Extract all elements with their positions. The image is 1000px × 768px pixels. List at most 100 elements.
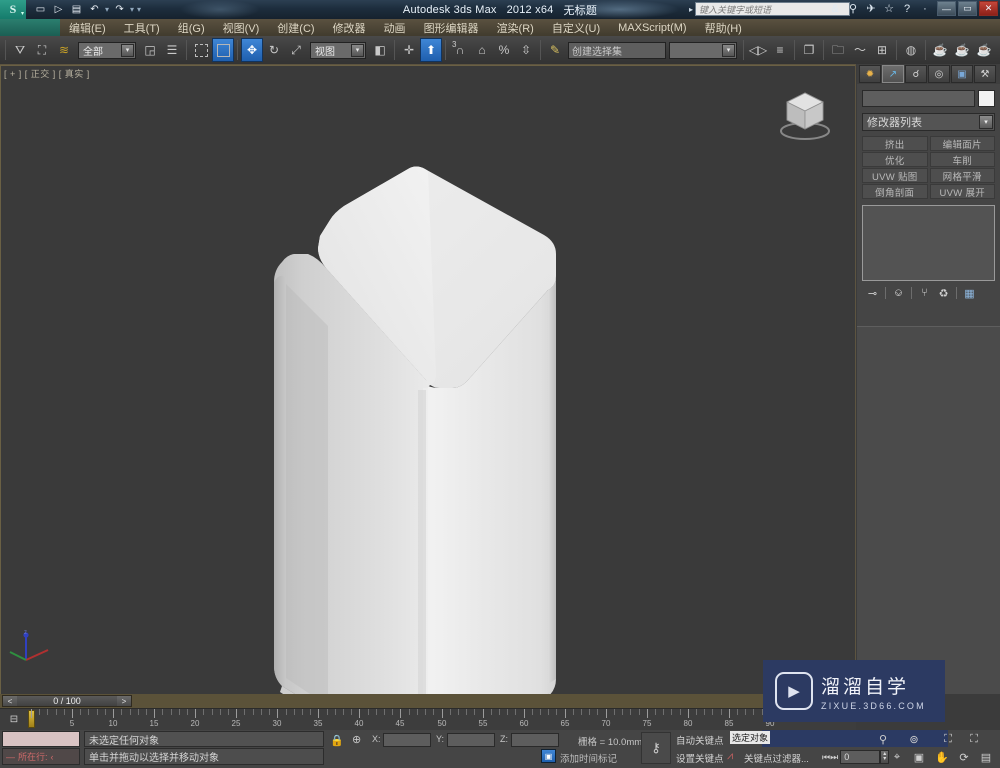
bind-to-space-warp-icon[interactable]: ≋ (53, 38, 75, 62)
modifier-button-lathe[interactable]: 车削 (929, 152, 995, 167)
menu-item-help[interactable]: 帮助(H) (696, 19, 751, 36)
show-end-result-icon[interactable]: ⎉ (890, 286, 907, 301)
add-time-tag-icon[interactable]: ▣ (541, 749, 556, 763)
select-and-link-icon[interactable]: ⛛ (9, 38, 31, 62)
viewport-perspective[interactable]: [ + ] [ 正交 ] [ 真实 ] z (0, 64, 856, 694)
modifier-list-dropdown[interactable]: 修改器列表 ▾ (862, 113, 995, 131)
menu-item-maxscript[interactable]: MAXScript(M) (609, 19, 695, 36)
modifier-button-unwrap-uvw[interactable]: UVW 展开 (929, 184, 995, 199)
chevron-down-icon-2[interactable]: ▾ (351, 43, 364, 57)
spinner-snap-toggle-icon[interactable]: ⇳ (515, 38, 537, 62)
modifier-stack-list[interactable] (862, 205, 995, 281)
prev-frame-button[interactable]: < (3, 696, 17, 706)
select-object-icon[interactable]: ◲ (139, 38, 161, 62)
modifier-button-meshsmooth[interactable]: 网格平滑 (929, 168, 995, 183)
close-button[interactable]: ✕ (979, 1, 998, 16)
select-and-move-icon[interactable]: ✥ (241, 38, 263, 62)
track-bar[interactable]: ⊟ 5 10 15 20 25 30 35 40 45 50 55 60 65 70 75 80 85 90 (0, 708, 856, 730)
layer-manager-icon[interactable]: ❐ (798, 38, 820, 62)
new-file-icon[interactable]: ▭ (32, 2, 49, 18)
autodesk-360-icon[interactable]: & (828, 3, 842, 15)
selection-list-value[interactable]: 选定对象 (730, 731, 770, 744)
render-production-icon[interactable]: ☕ (973, 38, 995, 62)
maximize-viewport-toggle-icon[interactable]: ▤ (978, 750, 994, 765)
create-tab[interactable]: ✹ (859, 65, 881, 83)
configure-modifier-sets-icon[interactable]: ▦ (961, 286, 978, 301)
maximize-button[interactable]: ▭ (958, 1, 977, 16)
zoom-icon[interactable]: ⚲ (875, 732, 891, 747)
search-icon[interactable]: ⚲ (846, 2, 860, 15)
time-slider-value[interactable]: 0 / 100 (17, 696, 117, 706)
window-crossing-toggle-icon[interactable] (212, 38, 234, 62)
zoom-region-icon[interactable]: ▣ (911, 750, 927, 765)
chevron-down-icon-3[interactable]: ▾ (722, 43, 735, 57)
select-and-scale-icon[interactable]: ⤢ (285, 38, 307, 62)
infocenter-expand-icon[interactable]: ▸ (689, 5, 693, 14)
pan-view-icon[interactable]: ✋ (934, 750, 950, 765)
utilities-tab[interactable]: ⚒ (974, 65, 996, 83)
object-name-input[interactable] (862, 90, 975, 107)
modifier-button-bevel-profile[interactable]: 倒角剖面 (862, 184, 928, 199)
coord-y-input[interactable] (447, 733, 495, 747)
coord-z-input[interactable] (511, 733, 559, 747)
select-and-manipulate-icon[interactable]: ✛ (398, 38, 420, 62)
auto-key-button[interactable]: 自动关键点 (676, 733, 724, 747)
material-editor-icon[interactable]: ◍ (900, 38, 922, 62)
current-frame-input[interactable]: 0 (840, 750, 881, 764)
favorites-star-icon[interactable]: ☆ (882, 2, 896, 15)
menu-item-animation[interactable]: 动画 (375, 19, 415, 36)
menu-item-tools[interactable]: 工具(T) (115, 19, 169, 36)
maxscript-mini-listener-prompt[interactable]: — 所在行: ‹ (2, 748, 80, 765)
absolute-relative-transform-icon[interactable]: ⊕ (352, 733, 361, 746)
modifier-button-edit-patch[interactable]: 编辑面片 (929, 136, 995, 151)
percent-snap-toggle-icon[interactable]: % (493, 38, 515, 62)
angle-snap-toggle-icon[interactable]: ⌂ (471, 38, 493, 62)
undo-icon[interactable]: ↶ (86, 2, 103, 18)
time-slider[interactable]: < 0 / 100 > (2, 695, 132, 707)
modify-tab[interactable]: ↗ (882, 65, 904, 83)
lock-icon[interactable]: 🔒 (330, 734, 344, 747)
save-file-icon[interactable]: ▤ (68, 2, 85, 18)
remove-modifier-icon[interactable]: ♻ (935, 286, 952, 301)
key-filters-button[interactable]: 关键点过滤器... (744, 751, 809, 765)
snaps-toggle-icon[interactable]: 3 ∩ (449, 38, 471, 62)
modifier-button-uvw-map[interactable]: UVW 贴图 (862, 168, 928, 183)
zoom-extents-icon[interactable]: ⛶ (940, 732, 956, 747)
select-and-rotate-icon[interactable]: ↻ (263, 38, 285, 62)
menu-item-group[interactable]: 组(G) (169, 19, 214, 36)
coord-x-input[interactable] (383, 733, 431, 747)
set-key-mode-icon[interactable]: ⚷ (641, 732, 671, 764)
maxscript-mini-listener[interactable] (2, 731, 80, 747)
display-tab[interactable]: ▣ (951, 65, 973, 83)
hierarchy-tab[interactable]: ☌ (905, 65, 927, 83)
render-setup-icon[interactable]: ☕ (929, 38, 951, 62)
motion-tab[interactable]: ◎ (928, 65, 950, 83)
open-file-icon[interactable]: ▷ (50, 2, 67, 18)
mirror-icon[interactable]: ◁▷ (747, 38, 769, 62)
menu-item-graph-editors[interactable]: 图形编辑器 (415, 19, 488, 36)
select-by-name-icon[interactable]: ☰ (161, 38, 183, 62)
frame-spinner-arrows[interactable]: ▴ ▾ (880, 750, 890, 764)
chevron-down-icon-modlist[interactable]: ▾ (979, 115, 993, 129)
open-mini-curve-editor-icon[interactable]: ⊟ (4, 712, 24, 727)
named-selection-set-input[interactable]: 创建选择集 (568, 41, 666, 59)
viewport-label[interactable]: [ + ] [ 正交 ] [ 真实 ] (4, 67, 90, 80)
toggle-scene-explorer-icon[interactable]: 🗀 (827, 38, 849, 62)
rectangular-selection-region-icon[interactable] (190, 38, 212, 62)
minimize-button[interactable]: — (937, 1, 956, 16)
snaps-use-axis-constraints-icon[interactable]: ⬆ (420, 38, 442, 62)
curve-editor-icon[interactable]: 〜 (849, 38, 871, 62)
modifier-button-extrude[interactable]: 挤出 (862, 136, 928, 151)
zoom-extents-all-icon[interactable]: ⛶ (966, 732, 982, 747)
menu-item-create[interactable]: 创建(C) (268, 19, 323, 36)
help-dropdown-icon[interactable]: · (918, 3, 932, 15)
modifier-button-optimize[interactable]: 优化 (862, 152, 928, 167)
pin-stack-icon[interactable]: ⊸ (864, 286, 881, 301)
reference-coordinate-dropdown[interactable]: 视图 ▾ (310, 41, 366, 59)
rendered-frame-window-icon[interactable]: ☕ (951, 38, 973, 62)
exchange-icon[interactable]: ✈ (864, 2, 878, 15)
chevron-down-icon[interactable]: ▾ (121, 43, 134, 57)
goto-start-icon[interactable]: ⏮⏭ (822, 752, 838, 763)
make-unique-icon[interactable]: ⑂ (916, 286, 933, 301)
use-pivot-center-icon[interactable]: ◧ (369, 38, 391, 62)
